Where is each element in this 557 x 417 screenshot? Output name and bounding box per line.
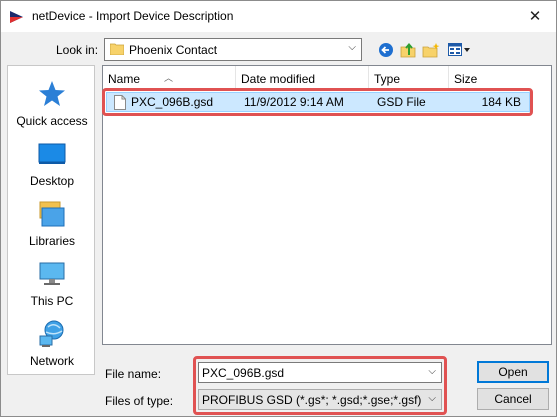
look-in-label: Look in: (56, 43, 99, 57)
inputs-highlight-annotation (193, 356, 447, 415)
computer-icon (39, 262, 65, 285)
window-title: netDevice - Import Device Description (32, 9, 234, 23)
column-header-name[interactable]: Name ︿ (103, 66, 236, 90)
back-button[interactable] (376, 40, 396, 60)
column-header-date[interactable]: Date modified (236, 66, 369, 90)
place-quick-access[interactable]: Quick access (8, 78, 96, 134)
view-menu-icon (448, 43, 470, 56)
column-header-type[interactable]: Type (369, 66, 449, 90)
places-bar: Quick access Desktop Libraries This PC N… (7, 65, 95, 375)
network-icon (39, 320, 64, 347)
column-header-size[interactable]: Size (449, 66, 551, 90)
place-label: Desktop (29, 174, 75, 188)
file-name-label: File name: (105, 367, 162, 381)
title-bar: netDevice - Import Device Description ✕ (1, 1, 556, 32)
look-in-value: Phoenix Contact (129, 43, 218, 57)
close-icon: ✕ (528, 8, 542, 25)
close-button[interactable]: ✕ (522, 3, 548, 29)
view-menu-button[interactable] (447, 40, 473, 60)
new-folder-icon (422, 43, 440, 58)
place-libraries[interactable]: Libraries (8, 198, 96, 254)
app-icon (10, 11, 23, 23)
look-in-combo[interactable]: Phoenix Contact ⌵ (104, 38, 362, 61)
file-type-label: Files of type: (105, 394, 174, 408)
star-icon (39, 81, 65, 106)
place-desktop[interactable]: Desktop (8, 138, 96, 194)
import-dialog: netDevice - Import Device Description ✕ … (0, 0, 557, 417)
back-icon (379, 43, 393, 57)
desktop-icon (38, 143, 66, 164)
place-label: This PC (30, 294, 74, 308)
place-this-pc[interactable]: This PC (8, 258, 96, 314)
up-folder-button[interactable] (398, 40, 418, 60)
place-label: Libraries (28, 234, 76, 248)
place-network[interactable]: Network (8, 318, 96, 374)
open-button[interactable]: Open (477, 361, 549, 383)
row-highlight-annotation (102, 88, 533, 116)
chevron-down-icon: ⌵ (348, 42, 356, 53)
new-folder-button[interactable] (421, 40, 441, 60)
file-list[interactable]: Name ︿ Date modified Type Size PXC_096B.… (102, 65, 552, 345)
place-label: Quick access (16, 114, 88, 128)
place-label: Network (29, 354, 74, 368)
cancel-button[interactable]: Cancel (477, 388, 549, 410)
up-folder-icon (400, 42, 416, 58)
libraries-icon (39, 201, 65, 227)
folder-icon (110, 43, 124, 55)
